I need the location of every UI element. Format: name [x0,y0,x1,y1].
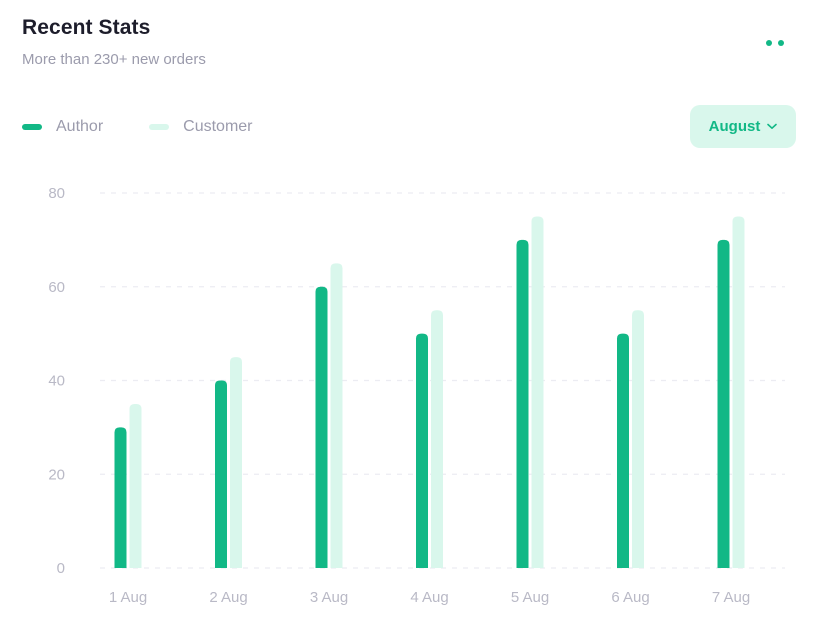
bar-customer [129,403,142,568]
bar-author [617,333,629,568]
bar-customer [330,263,343,568]
y-tick-label: 80 [48,185,65,202]
bar-customer [632,310,644,568]
bar-author [416,333,428,568]
x-tick-label: 5 Aug [511,589,549,606]
bar-author [114,427,127,568]
y-tick-label: 40 [48,373,65,390]
bar-customer [732,216,745,568]
bar-author [717,239,730,568]
y-tick-label: 0 [57,560,65,577]
bar-chart: 0 20 40 60 80 1 Aug 2 Aug 3 Aug 4 Aug 5 Aug 6 Aug 7… [48,185,785,606]
bar-author [315,286,328,568]
y-tick-label: 60 [48,279,65,296]
bar-customer [531,216,544,568]
x-tick-label: 3 Aug [310,589,348,606]
bar-customer [230,357,242,568]
recent-stats-card: Recent Stats More than 230+ new orders A… [0,0,818,622]
x-tick-label: 1 Aug [109,589,147,606]
x-tick-label: 6 Aug [611,589,649,606]
bar-author [516,239,529,568]
bar-author [215,380,227,568]
y-tick-label: 20 [48,466,65,483]
x-tick-label: 7 Aug [712,589,750,606]
x-tick-label: 2 Aug [209,589,247,606]
bar-customer [431,310,443,568]
x-tick-label: 4 Aug [410,589,448,606]
